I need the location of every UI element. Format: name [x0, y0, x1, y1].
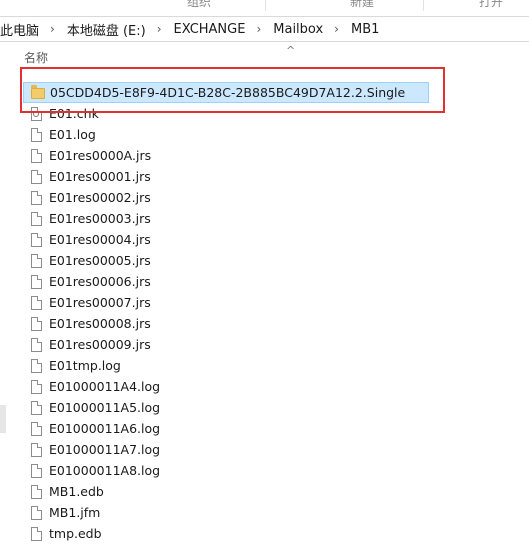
breadcrumb-drive-e[interactable]: 本地磁盘 (E:) — [64, 20, 149, 39]
sort-ascending-icon: ^ — [286, 44, 296, 57]
file-icon — [30, 169, 44, 185]
list-item[interactable]: E01000011A7.log — [23, 439, 443, 460]
list-item[interactable]: E01res00007.jrs — [23, 292, 443, 313]
file-icon — [30, 484, 44, 500]
list-item[interactable]: E01res00003.jrs — [23, 208, 443, 229]
file-icon — [30, 295, 44, 311]
list-item[interactable]: E01res00001.jrs — [23, 166, 443, 187]
navigation-pane-scrollbar[interactable] — [0, 405, 6, 433]
ribbon-group-new: 新建 — [350, 0, 375, 9]
file-icon — [30, 379, 44, 395]
file-icon — [30, 400, 44, 416]
ribbon-group-open: 打开 — [479, 0, 504, 9]
chevron-right-icon[interactable]: › — [326, 22, 348, 36]
list-item[interactable]: E01.log — [23, 124, 443, 145]
list-item-label: E01res00004.jrs — [49, 232, 151, 247]
list-item-label: E01res00008.jrs — [49, 316, 151, 331]
list-item-label: E01res0000A.jrs — [49, 148, 152, 163]
list-item-label: E01000011A8.log — [49, 463, 161, 478]
breadcrumb-this-pc[interactable]: 此电脑 — [0, 20, 42, 39]
list-item-label: E01000011A7.log — [49, 442, 161, 457]
list-item[interactable]: E01res00004.jrs — [23, 229, 443, 250]
list-item-label: E01res00001.jrs — [49, 169, 151, 184]
breadcrumb-mailbox[interactable]: Mailbox — [270, 22, 326, 37]
list-item-label: E01res00003.jrs — [49, 211, 151, 226]
file-icon — [30, 421, 44, 437]
file-icon — [30, 442, 44, 458]
list-item[interactable]: E01res00009.jrs — [23, 334, 443, 355]
list-item[interactable]: E01000011A5.log — [23, 397, 443, 418]
list-item[interactable]: E01res00006.jrs — [23, 271, 443, 292]
list-item[interactable]: E01000011A4.log — [23, 376, 443, 397]
file-icon — [30, 232, 44, 248]
list-item[interactable]: E01tmp.log — [23, 355, 443, 376]
list-item-label: E01res00006.jrs — [49, 274, 151, 289]
list-item[interactable]: E01res0000A.jrs — [23, 145, 443, 166]
file-icon — [30, 505, 44, 521]
list-item-label: E01000011A5.log — [49, 400, 161, 415]
list-item-label: E01tmp.log — [49, 358, 121, 373]
annotation-highlight-box — [20, 67, 445, 113]
file-list: 05CDD4D5-E8F9-4D1C-B28C-2B885BC49D7A12.2… — [23, 82, 443, 544]
ribbon-group-organize: 组织 — [187, 0, 212, 9]
chevron-right-icon[interactable]: › — [248, 22, 270, 36]
file-icon — [30, 463, 44, 479]
list-item-label: E01res00005.jrs — [49, 253, 151, 268]
file-icon — [30, 190, 44, 206]
file-icon — [30, 148, 44, 164]
list-item-label: MB1.edb — [49, 484, 104, 499]
list-item[interactable]: E01res00008.jrs — [23, 313, 443, 334]
ribbon-separator — [423, 0, 424, 11]
ribbon-separator — [265, 0, 266, 11]
file-icon — [30, 127, 44, 143]
list-item[interactable]: E01000011A8.log — [23, 460, 443, 481]
file-icon — [30, 253, 44, 269]
list-item-label: E01000011A6.log — [49, 421, 161, 436]
file-icon — [30, 316, 44, 332]
list-item-label: E01res00009.jrs — [49, 337, 151, 352]
chevron-right-icon[interactable]: › — [42, 22, 64, 36]
list-item-label: E01000011A4.log — [49, 379, 161, 394]
breadcrumb-exchange[interactable]: EXCHANGE — [171, 22, 249, 37]
file-icon — [30, 211, 44, 227]
list-item-label: E01.log — [49, 127, 96, 142]
breadcrumb-mb1[interactable]: MB1 — [348, 22, 382, 37]
list-item[interactable]: tmp.edb — [23, 523, 443, 544]
list-item[interactable]: MB1.edb — [23, 481, 443, 502]
file-icon — [30, 274, 44, 290]
list-item-label: E01res00007.jrs — [49, 295, 151, 310]
breadcrumb[interactable]: 此电脑 › 本地磁盘 (E:) › EXCHANGE › Mailbox › M… — [0, 16, 529, 42]
list-item-label: MB1.jfm — [49, 505, 101, 520]
chevron-right-icon[interactable]: › — [149, 22, 171, 36]
file-icon — [30, 526, 44, 542]
file-icon — [30, 358, 44, 374]
list-item[interactable]: E01res00005.jrs — [23, 250, 443, 271]
list-item[interactable]: E01000011A6.log — [23, 418, 443, 439]
list-item-label: tmp.edb — [49, 526, 102, 541]
list-item[interactable]: E01res00002.jrs — [23, 187, 443, 208]
column-header-name[interactable]: 名称 — [24, 49, 48, 66]
file-icon — [30, 337, 44, 353]
list-item-label: E01res00002.jrs — [49, 190, 151, 205]
list-item[interactable]: MB1.jfm — [23, 502, 443, 523]
